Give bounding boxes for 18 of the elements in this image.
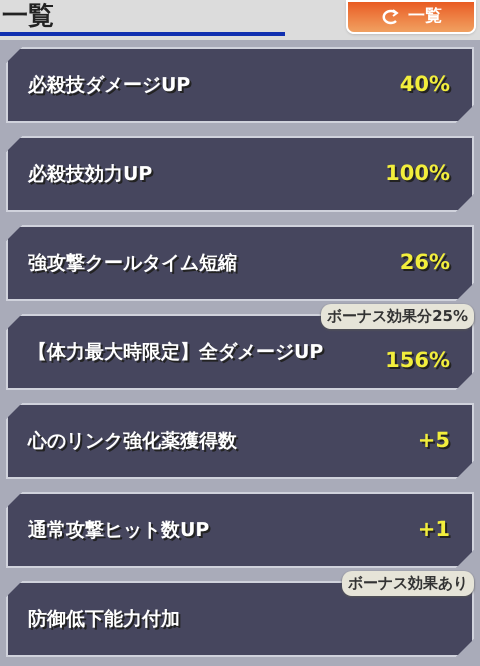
effect-name: 防御低下能力付加 — [28, 607, 180, 632]
switch-button[interactable]: 一覧 — [346, 0, 476, 34]
effect-name: 必殺技ダメージUP — [28, 73, 190, 98]
effect-value: 156% — [385, 347, 450, 374]
effect-name: 強攻撃クールタイム短縮 — [28, 251, 237, 276]
effect-value: +5 — [418, 427, 450, 454]
effect-value: 40% — [400, 71, 450, 98]
effect-value: +1 — [418, 516, 450, 544]
effect-value: 100% — [385, 160, 450, 188]
effect-name: 必殺技効力UP — [28, 162, 152, 187]
effect-name: 心のリンク強化薬獲得数 — [28, 429, 237, 454]
refresh-arrow-icon — [380, 9, 400, 25]
effect-name: 通常攻撃ヒット数UP — [28, 518, 210, 543]
bonus-badge: ボーナス効果あり — [342, 571, 474, 596]
effect-value: 26% — [400, 249, 450, 276]
effect-name: 【体力最大時限定】全ダメージUP — [28, 340, 324, 365]
page-title: 一覧 — [2, 0, 54, 32]
bonus-badge: ボーナス効果分25% — [321, 304, 474, 328]
